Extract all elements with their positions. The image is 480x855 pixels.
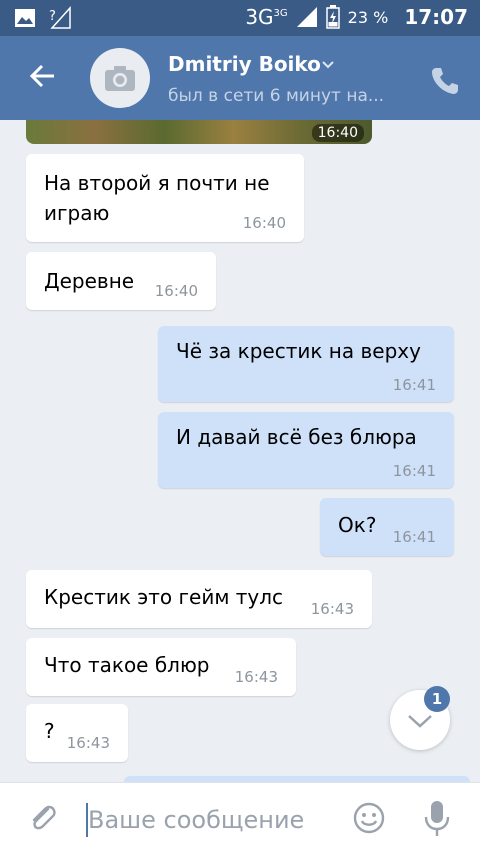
svg-text:?: ? <box>49 9 56 24</box>
message-time: 16:43 <box>234 668 278 686</box>
message-time: 16:43 <box>310 600 354 618</box>
status-bar: ? 3G 3G 23 % 17:07 <box>0 0 480 36</box>
message-time: 16:40 <box>311 124 364 142</box>
microphone-icon <box>424 801 450 836</box>
message-time: 16:40 <box>154 282 198 300</box>
message-text: Деревне <box>44 269 135 293</box>
network-type-small: 3G <box>273 7 288 19</box>
camera-icon <box>105 66 135 91</box>
message-incoming[interactable]: Что такое блюр 16:43 <box>26 638 296 696</box>
contact-status: был в сети 6 минут на... <box>168 86 385 106</box>
battery-icon <box>325 5 340 29</box>
message-text: Крестик это гейм тулс <box>44 585 284 609</box>
chat-header: Dmitriy Boiko был в сети 6 минут на... <box>0 36 480 120</box>
message-time: 16:41 <box>392 462 436 480</box>
call-button[interactable] <box>428 64 460 96</box>
message-time: 16:43 <box>66 734 110 752</box>
message-incoming[interactable]: Деревне 16:40 <box>26 252 216 310</box>
message-outgoing[interactable]: И давай всё без блюра 16:41 <box>158 412 454 488</box>
message-text: На второй я почти не <box>44 171 270 195</box>
message-composer <box>0 782 480 855</box>
paperclip-icon <box>32 805 56 830</box>
message-time: 16:40 <box>242 214 286 232</box>
message-outgoing[interactable]: Чё за крестик на верху 16:41 <box>158 326 454 402</box>
message-text: ? <box>44 719 55 743</box>
image-message[interactable]: 16:40 <box>26 120 372 144</box>
message-outgoing[interactable]: Ок? 16:41 <box>320 498 454 556</box>
signal-icon <box>296 7 317 27</box>
message-time: 16:41 <box>392 528 436 546</box>
chevron-down-icon[interactable] <box>318 54 338 74</box>
unread-badge: 1 <box>424 686 450 712</box>
battery-percent: 23 % <box>347 7 389 27</box>
network-type: 3G <box>245 5 274 29</box>
emoji-button[interactable] <box>352 801 386 835</box>
chevron-down-icon <box>408 715 432 728</box>
clock: 17:07 <box>404 5 468 29</box>
smiley-icon <box>353 802 385 834</box>
back-button[interactable] <box>26 58 62 94</box>
message-list[interactable]: 16:40 На второй я почти не играю 16:40 Д… <box>0 120 480 780</box>
image-icon <box>15 9 35 27</box>
contact-name[interactable]: Dmitriy Boiko <box>168 52 321 76</box>
avatar[interactable] <box>90 48 150 108</box>
message-text: Ок? <box>338 513 377 537</box>
message-incoming[interactable]: ? 16:43 <box>26 704 128 762</box>
phone-icon <box>432 68 458 94</box>
message-text: играю <box>44 201 110 225</box>
message-text: И давай всё без блюра <box>176 425 417 449</box>
microphone-button[interactable] <box>422 799 452 837</box>
arrow-left-icon <box>29 64 54 88</box>
message-time: 16:41 <box>392 376 436 394</box>
signal-no-data-icon: ? <box>49 6 71 29</box>
message-incoming[interactable]: На второй я почти не играю 16:40 <box>26 154 304 242</box>
attach-button[interactable] <box>26 801 60 835</box>
message-text: Что такое блюр <box>44 653 210 677</box>
message-incoming[interactable]: Крестик это гейм тулс 16:43 <box>26 570 372 628</box>
message-text: Чё за крестик на верху <box>176 339 421 363</box>
message-input[interactable] <box>88 801 338 839</box>
